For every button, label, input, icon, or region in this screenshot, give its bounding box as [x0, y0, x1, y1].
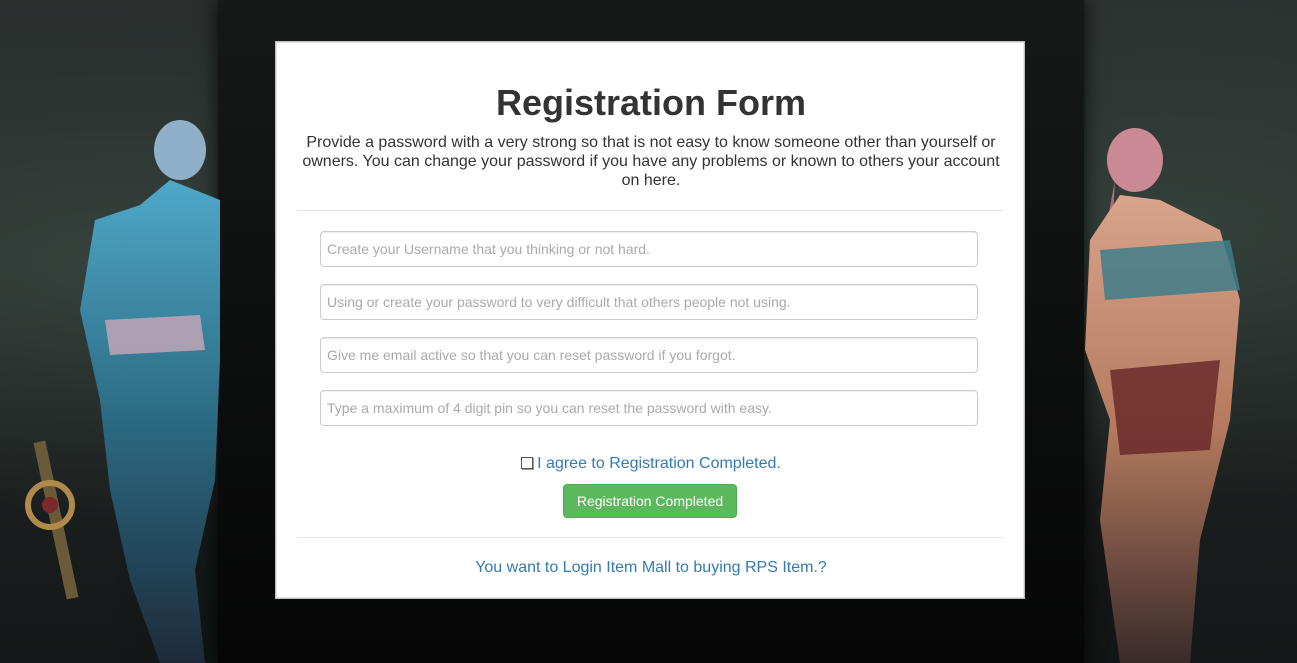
registration-panel: Registration Form Provide a password wit…	[275, 41, 1025, 599]
form-description: Provide a password with a very strong so…	[302, 134, 1000, 189]
agree-row: I agree to Registration Completed.	[276, 455, 1026, 473]
left-character-illustration	[25, 120, 220, 663]
email-input[interactable]	[320, 337, 978, 373]
login-item-mall-link[interactable]: You want to Login Item Mall to buying RP…	[276, 559, 1026, 577]
username-input[interactable]	[320, 231, 978, 267]
pin-input[interactable]	[320, 390, 978, 426]
password-input[interactable]	[320, 284, 978, 320]
page-title: Registration Form	[495, 82, 807, 123]
registration-submit-button[interactable]: Registration Completed	[563, 484, 737, 518]
divider	[297, 537, 1003, 538]
divider	[297, 210, 1003, 211]
agree-checkbox[interactable]	[521, 457, 534, 469]
right-character-illustration	[1085, 128, 1240, 663]
agree-label[interactable]: I agree to Registration Completed.	[537, 455, 781, 472]
